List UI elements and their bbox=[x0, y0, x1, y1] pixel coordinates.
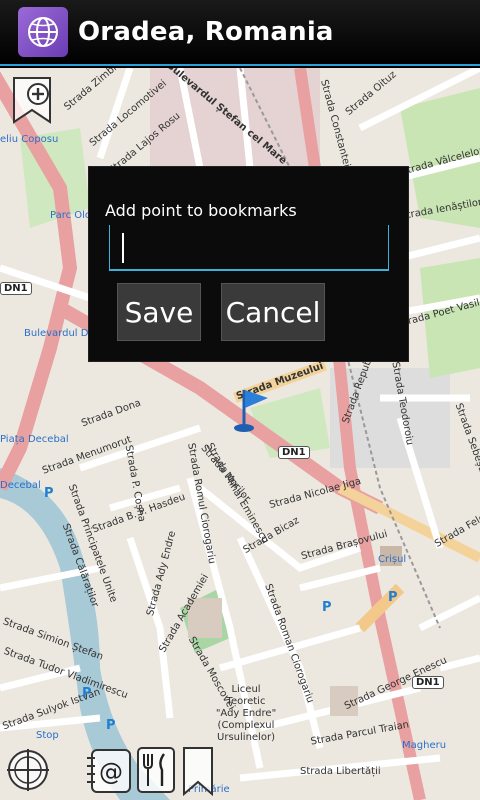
cancel-button[interactable]: Cancel bbox=[221, 283, 325, 341]
app-title: Oradea, Romania bbox=[78, 17, 334, 47]
road-ref: DN1 bbox=[0, 282, 32, 295]
svg-text:@: @ bbox=[99, 758, 123, 786]
restaurant-icon[interactable] bbox=[134, 744, 178, 796]
bookmark-icon[interactable] bbox=[180, 744, 216, 797]
map-label: Piața Decebal bbox=[0, 434, 69, 445]
road-ref: DN1 bbox=[278, 446, 310, 459]
title-bar: Oradea, Romania bbox=[0, 0, 480, 66]
parking-icon: P bbox=[106, 718, 116, 733]
text-caret bbox=[122, 233, 124, 263]
parking-icon: P bbox=[388, 590, 398, 605]
bookmark-name-input[interactable] bbox=[109, 225, 389, 271]
add-bookmark-dialog: Add point to bookmarks Save Cancel bbox=[88, 166, 409, 362]
parking-icon: P bbox=[322, 600, 332, 615]
dialog-title: Add point to bookmarks bbox=[105, 201, 297, 220]
map-label: Stop bbox=[36, 730, 59, 741]
map-label: Liceul Teoretic "Ady Endre" (Complexul U… bbox=[215, 684, 277, 743]
map-label: eliu Coposu bbox=[0, 134, 59, 145]
parking-icon: P bbox=[82, 686, 92, 701]
bottom-toolbar: @ bbox=[0, 742, 480, 800]
flag-marker-icon[interactable] bbox=[230, 386, 270, 434]
parking-icon: P bbox=[44, 486, 54, 501]
road-ref: DN1 bbox=[412, 676, 444, 689]
add-bookmark-icon[interactable] bbox=[10, 76, 54, 126]
globe-icon[interactable] bbox=[18, 7, 68, 57]
compass-icon[interactable] bbox=[6, 744, 50, 796]
map-label: Decebal bbox=[0, 480, 41, 491]
contacts-icon[interactable]: @ bbox=[86, 744, 134, 796]
save-button[interactable]: Save bbox=[117, 283, 201, 341]
map-label: Crișul bbox=[378, 554, 407, 565]
